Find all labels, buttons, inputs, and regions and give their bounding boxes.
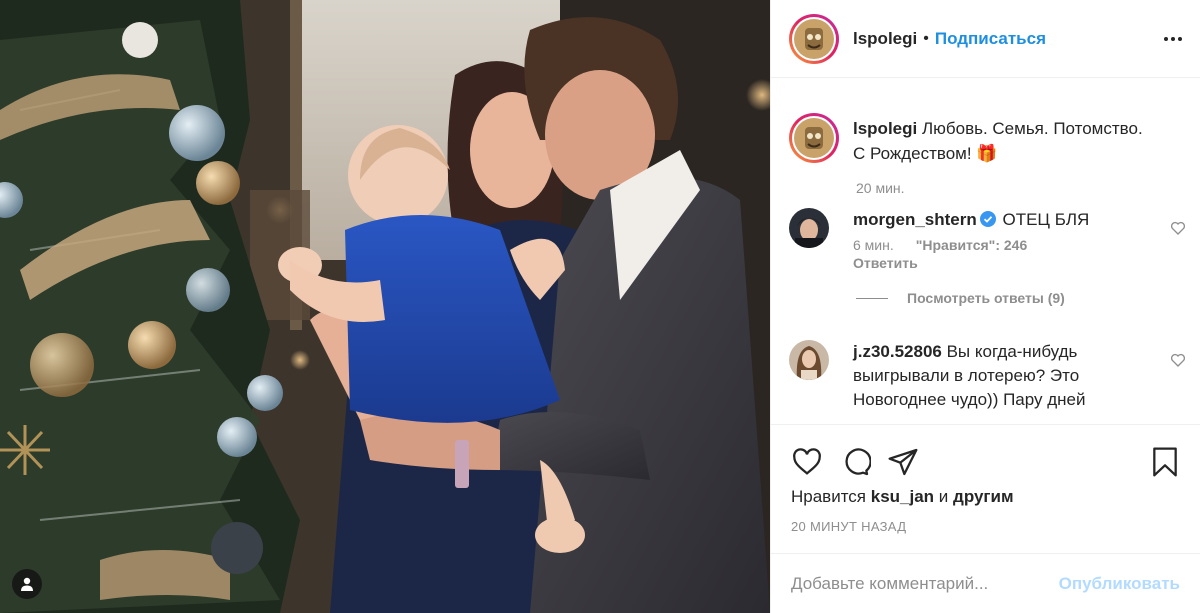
follow-button[interactable]: Подписаться bbox=[935, 29, 1046, 49]
replies-divider bbox=[856, 297, 888, 299]
author-avatar-image bbox=[794, 18, 834, 59]
comment-likes[interactable]: "Нравится": 246 bbox=[916, 237, 1027, 253]
add-comment-bar: Опубликовать bbox=[771, 553, 1200, 613]
like-comment-icon[interactable] bbox=[1170, 352, 1186, 373]
post-header: lspolegi • Подписаться bbox=[771, 0, 1200, 78]
caption-line-1: Любовь. Семья. Потомство. bbox=[921, 119, 1143, 138]
view-replies-button[interactable]: Посмотреть ответы (9) bbox=[856, 290, 1200, 306]
commenter-avatar-image bbox=[789, 340, 829, 380]
reply-button[interactable]: Ответить bbox=[853, 255, 918, 271]
comments-list[interactable]: lspolegi Любовь. Семья. Потомство. С Рож… bbox=[771, 79, 1200, 424]
person-icon bbox=[21, 577, 33, 591]
like-heart-icon[interactable] bbox=[791, 446, 823, 478]
liker-username[interactable]: ksu_jan bbox=[871, 487, 934, 506]
post-photo[interactable] bbox=[0, 0, 770, 613]
likes-prefix: Нравится bbox=[791, 487, 867, 506]
post-panel: lspolegi • Подписаться lspolegi Любовь. … bbox=[770, 0, 1200, 613]
publish-button[interactable]: Опубликовать bbox=[1059, 574, 1180, 594]
likes-conjunction: и bbox=[938, 487, 949, 506]
caption-username[interactable]: lspolegi bbox=[853, 119, 917, 138]
caption-author-avatar[interactable] bbox=[789, 113, 839, 163]
comment-meta: 6 мин. "Нравится": 246 Ответить bbox=[853, 236, 1123, 272]
caption-time[interactable]: 20 мин. bbox=[856, 180, 1200, 196]
action-bar bbox=[771, 425, 1200, 483]
post-caption: lspolegi Любовь. Семья. Потомство. С Рож… bbox=[771, 79, 1200, 166]
post-timestamp[interactable]: 20 МИНУТ НАЗАД bbox=[771, 507, 1200, 534]
view-replies-label[interactable]: Посмотреть ответы (9) bbox=[907, 290, 1065, 306]
author-username[interactable]: lspolegi bbox=[853, 29, 917, 49]
header-separator: • bbox=[923, 29, 929, 47]
post-actions-section: Нравится ksu_jan и другим 20 МИНУТ НАЗАД bbox=[771, 424, 1200, 534]
commenter-avatar[interactable] bbox=[789, 208, 829, 248]
commenter-avatar[interactable] bbox=[789, 340, 829, 380]
share-paper-plane-icon[interactable] bbox=[887, 446, 919, 478]
likes-others-link[interactable]: другим bbox=[953, 487, 1014, 506]
verified-badge-icon bbox=[979, 211, 996, 227]
gift-emoji: 🎁 bbox=[976, 144, 998, 163]
caption-line-2: С Рождеством! bbox=[853, 144, 972, 163]
author-avatar[interactable] bbox=[789, 13, 839, 64]
caption-avatar-image bbox=[794, 118, 834, 158]
comment-bubble-icon[interactable] bbox=[839, 446, 871, 478]
comment-username[interactable]: morgen_shtern bbox=[853, 210, 977, 229]
comment-time[interactable]: 6 мин. bbox=[853, 237, 894, 253]
bookmark-icon[interactable] bbox=[1150, 446, 1180, 478]
comment-item: morgen_shtern ОТЕЦ БЛЯ 6 мин. "Нравится":… bbox=[771, 208, 1200, 272]
tagged-user-icon[interactable] bbox=[12, 569, 42, 599]
comment-item: j.z30.52806 Вы когда-нибудь выигрывали в… bbox=[771, 340, 1200, 412]
commenter-avatar-image bbox=[789, 208, 829, 248]
comment-input[interactable] bbox=[791, 573, 1059, 594]
caption-text: lspolegi Любовь. Семья. Потомство. С Рож… bbox=[853, 113, 1143, 166]
like-comment-icon[interactable] bbox=[1170, 220, 1186, 241]
photo-illustration bbox=[0, 0, 770, 613]
likes-summary: Нравится ksu_jan и другим bbox=[771, 483, 1200, 507]
comment-text: ОТЕЦ БЛЯ bbox=[1002, 210, 1090, 229]
comment-username[interactable]: j.z30.52806 bbox=[853, 342, 942, 361]
more-options-icon[interactable] bbox=[1164, 36, 1182, 41]
